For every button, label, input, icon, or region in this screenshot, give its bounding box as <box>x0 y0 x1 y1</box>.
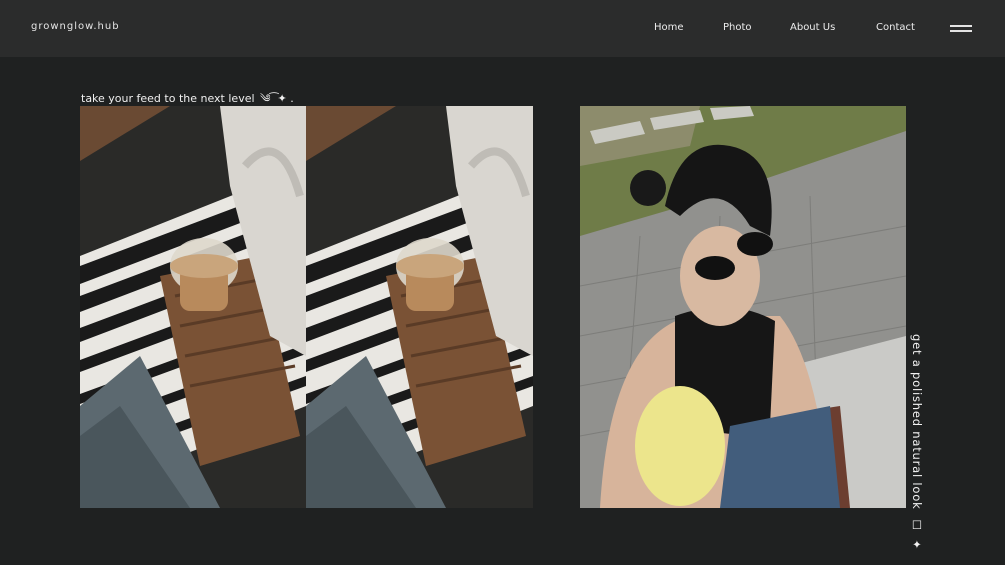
nav-link-home[interactable]: Home <box>654 22 684 33</box>
side-caption-text: get a polished natural look <box>910 334 924 510</box>
nav-link-about-us[interactable]: About Us <box>790 22 835 33</box>
tagline-ornament: ༄ ͡ ✦ . <box>260 92 294 105</box>
tagline-text: take your feed to the next level <box>81 92 255 105</box>
nav-link-contact[interactable]: Contact <box>876 22 915 33</box>
cafe-table-photo-left <box>80 106 306 508</box>
hamburger-menu-icon[interactable] <box>950 23 972 33</box>
cafe-table-photo-right <box>306 106 533 508</box>
top-navbar: grownglow.hub Home Photo About Us Contac… <box>0 0 1005 57</box>
sparkle-box-icon: ☐ ✦ <box>910 518 924 553</box>
nav-link-photo[interactable]: Photo <box>723 22 752 33</box>
brand-logo-text[interactable]: grownglow.hub <box>31 21 120 32</box>
side-caption: get a polished natural look ☐ ✦ <box>910 334 924 552</box>
selfie-sunglasses-photo <box>580 106 906 508</box>
